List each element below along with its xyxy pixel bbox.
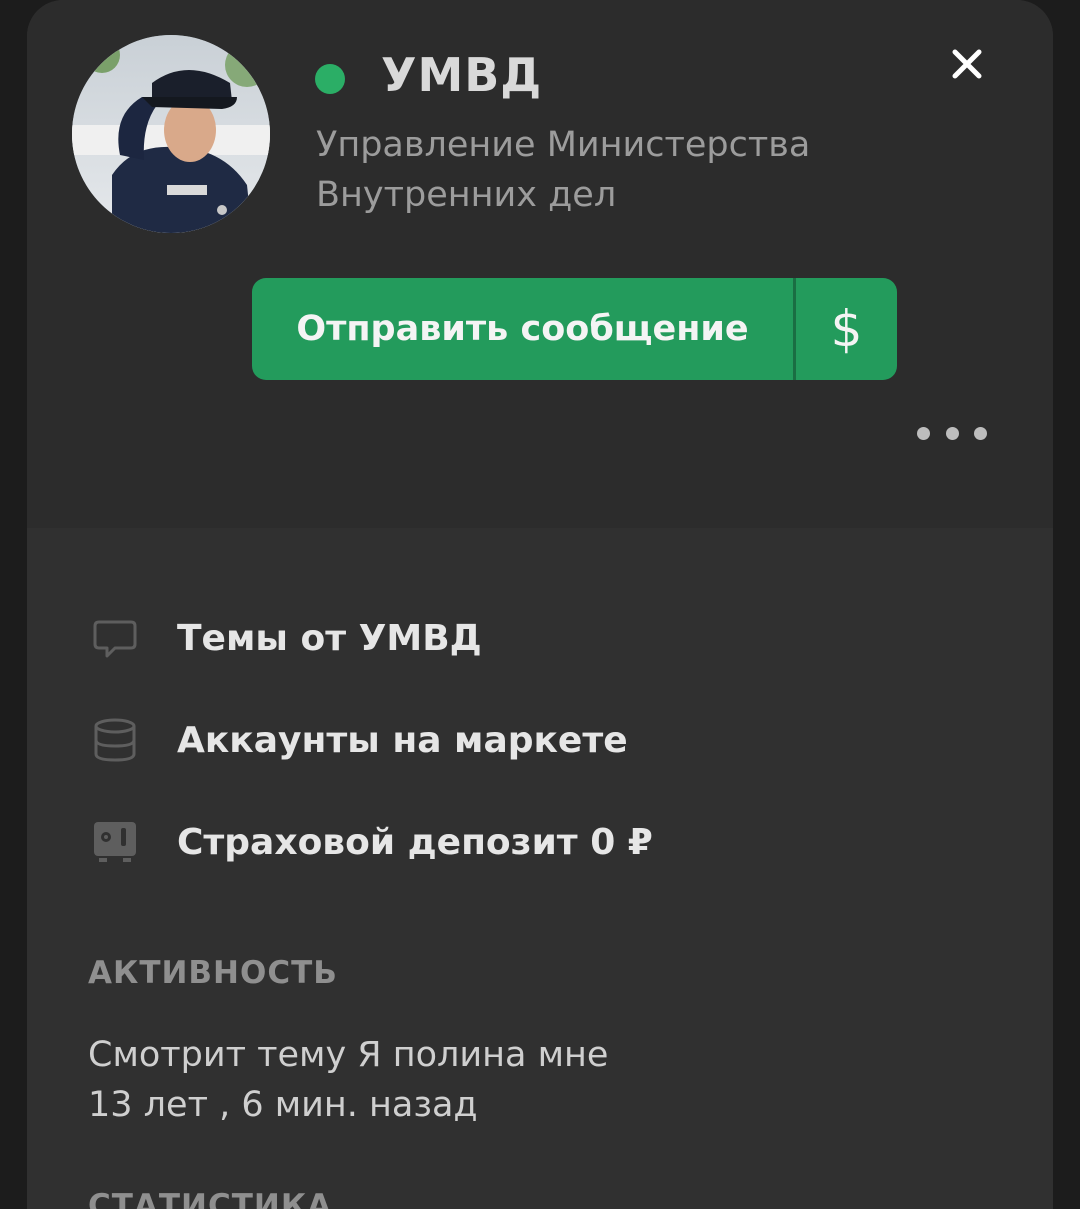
activity-section-title: АКТИВНОСТЬ [88, 955, 338, 991]
action-button-group: Отправить сообщение $ [252, 278, 897, 380]
link-insurance-deposit[interactable]: Страховой депозит 0 ₽ [87, 812, 653, 872]
profile-header: УМВД Управление Министерства Внутренних … [27, 0, 1053, 528]
safe-icon [87, 814, 143, 870]
username: УМВД [381, 48, 543, 102]
link-market-accounts[interactable]: Аккаунты на маркете [87, 710, 628, 770]
link-label: Аккаунты на маркете [177, 719, 628, 761]
online-status-dot [315, 64, 345, 94]
profile-card: УМВД Управление Министерства Внутренних … [27, 0, 1053, 1209]
link-label: Темы от УМВД [177, 617, 482, 659]
avatar[interactable] [72, 35, 270, 233]
link-user-threads[interactable]: Темы от УМВД [87, 608, 482, 668]
send-money-button[interactable]: $ [796, 278, 897, 380]
activity-line-2: 13 лет , 6 мин. назад [88, 1085, 478, 1125]
send-message-button[interactable]: Отправить сообщение [252, 278, 793, 380]
activity-text: Смотрит тему Я полина мне 13 лет , 6 мин… [88, 1030, 888, 1130]
stats-section-title: СТАТИСТИКА [88, 1188, 333, 1209]
close-icon[interactable] [941, 38, 993, 90]
link-label: Страховой депозит 0 ₽ [177, 821, 653, 863]
user-title: Управление Министерства Внутренних дел [316, 125, 811, 215]
activity-line-1[interactable]: Смотрит тему Я полина мне [88, 1030, 888, 1080]
more-options-icon[interactable] [917, 418, 987, 448]
speech-bubble-icon [87, 610, 143, 666]
database-icon [87, 712, 143, 768]
